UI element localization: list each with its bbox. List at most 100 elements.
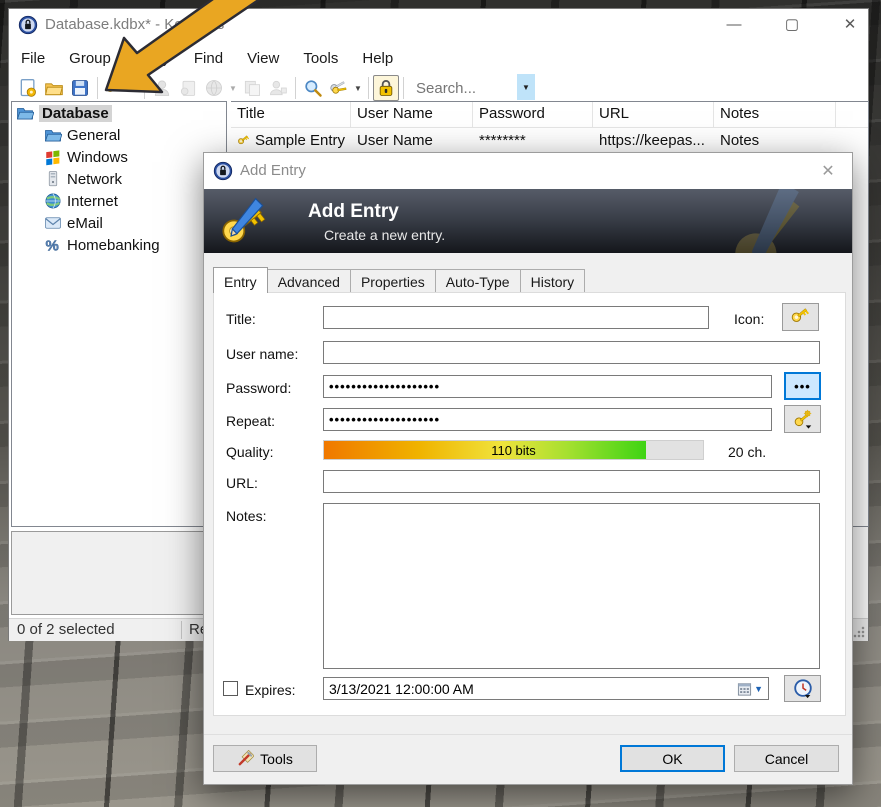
column-header-password[interactable]: Password [473, 102, 593, 127]
menu-find[interactable]: Find [182, 47, 235, 73]
add-entry-key-icon [105, 78, 125, 98]
search-dropdown-button[interactable]: ▼ [517, 74, 535, 100]
show-password-toggle[interactable]: ••• [784, 372, 821, 400]
column-header-title[interactable]: Title [231, 102, 351, 127]
expires-checkbox[interactable] [223, 681, 238, 696]
key-sources-button[interactable] [326, 75, 352, 101]
tree-item-email[interactable]: eMail [12, 212, 226, 234]
title-label: Title: [226, 311, 256, 327]
open-database-button[interactable] [41, 75, 67, 101]
calendar-icon [737, 682, 752, 696]
ok-button[interactable]: OK [620, 745, 725, 772]
repeat-input[interactable] [323, 408, 772, 431]
lock-workspace-button[interactable] [373, 75, 399, 101]
clock-icon [792, 678, 814, 700]
menu-file[interactable]: File [9, 47, 57, 73]
find-button[interactable] [300, 75, 326, 101]
icon-picker-button[interactable] [782, 303, 819, 331]
save-button[interactable] [67, 75, 93, 101]
password-label: Password: [226, 380, 291, 396]
tree-item-label: Internet [67, 193, 118, 210]
duplicate-entry-button[interactable] [175, 75, 201, 101]
toolbar-separator [295, 77, 296, 99]
tree-item-label: Windows [67, 149, 128, 166]
tree-item-network[interactable]: Network [12, 168, 226, 190]
edit-entry-button[interactable] [149, 75, 175, 101]
menu-view[interactable]: View [235, 47, 291, 73]
globe-icon [204, 78, 224, 98]
cell-notes: Notes [714, 130, 836, 151]
open-url-dropdown[interactable]: ▼ [227, 84, 239, 93]
toolbar-separator [144, 77, 145, 99]
add-entry-dropdown[interactable]: ▼ [128, 84, 140, 93]
email-envelope-icon [44, 214, 62, 232]
status-separator [181, 621, 182, 639]
password-input[interactable] [323, 375, 772, 398]
menu-bar: File Group Entry Find View Tools Help [9, 47, 868, 73]
close-button[interactable]: ✕ [827, 9, 873, 39]
menu-help[interactable]: Help [350, 47, 405, 73]
banner-subtitle: Create a new entry. [324, 227, 445, 243]
copy-entry-button[interactable] [239, 75, 265, 101]
save-icon [70, 78, 90, 98]
tree-item-general[interactable]: General [12, 124, 226, 146]
keys-dropdown[interactable]: ▼ [352, 84, 364, 93]
username-label: User name: [226, 346, 298, 362]
title-bar: Database.kdbx* - KeePass — ▢ ✕ [9, 9, 868, 41]
key-icon [790, 306, 812, 328]
expires-presets-button[interactable] [784, 675, 821, 702]
key-pencil-icon [216, 194, 272, 250]
url-input[interactable] [323, 470, 820, 493]
tree-item-windows[interactable]: Windows [12, 146, 226, 168]
cell-url: https://keepas... [593, 130, 714, 151]
cancel-button[interactable]: Cancel [734, 745, 839, 772]
folder-icon [16, 104, 34, 122]
toolbar-separator [97, 77, 98, 99]
toolbar: ▼ ▼ ▼ [9, 73, 868, 103]
quality-chars-label: 20 ch. [728, 444, 766, 460]
menu-group[interactable]: Group [57, 47, 123, 73]
keepass-app-icon [18, 15, 38, 35]
open-url-button[interactable] [201, 75, 227, 101]
column-header-notes[interactable]: Notes [714, 102, 836, 127]
close-icon: ✕ [821, 161, 834, 181]
tree-item-database[interactable]: Database [12, 102, 226, 124]
tab-entry[interactable]: Entry [213, 267, 268, 293]
generate-password-button[interactable] [784, 405, 821, 433]
folder-icon [44, 126, 62, 144]
tree-item-homebanking[interactable]: % Homebanking [12, 234, 226, 256]
notes-label: Notes: [226, 508, 266, 524]
tree-item-internet[interactable]: Internet [12, 190, 226, 212]
tools-button-label: Tools [260, 751, 293, 767]
minimize-icon: — [727, 16, 742, 33]
repeat-label: Repeat: [226, 413, 275, 429]
column-header-username[interactable]: User Name [351, 102, 473, 127]
tools-icon [237, 750, 254, 767]
new-database-button[interactable] [15, 75, 41, 101]
minimize-button[interactable]: — [711, 9, 757, 39]
resize-grip[interactable] [853, 626, 865, 638]
tree-item-label: Homebanking [67, 237, 160, 254]
column-header-url[interactable]: URL [593, 102, 714, 127]
calendar-dropdown-icon: ▼ [754, 684, 763, 694]
add-group-button[interactable] [265, 75, 291, 101]
quality-progress-bar: 110 bits [323, 440, 704, 460]
entry-row-sample[interactable]: Sample Entry User Name ******** https://… [231, 128, 868, 153]
username-input[interactable] [323, 341, 820, 364]
dialog-title: Add Entry [240, 162, 306, 179]
toolbar-separator [403, 77, 404, 99]
footer-separator [204, 734, 852, 735]
dialog-close-button[interactable]: ✕ [814, 159, 842, 183]
tree-item-label: General [67, 127, 120, 144]
entry-list-header: Title User Name Password URL Notes [231, 102, 868, 128]
add-entry-button[interactable] [102, 75, 128, 101]
keepass-app-icon [213, 161, 233, 181]
tools-button[interactable]: Tools [213, 745, 317, 772]
notes-textarea[interactable] [323, 503, 820, 669]
menu-tools[interactable]: Tools [291, 47, 350, 73]
menu-entry[interactable]: Entry [123, 47, 182, 73]
expires-date-input[interactable]: 3/13/2021 12:00:00 AM ▼ [323, 677, 769, 700]
title-input[interactable] [323, 306, 709, 329]
status-selection: 0 of 2 selected [17, 621, 115, 638]
maximize-button[interactable]: ▢ [769, 9, 815, 39]
